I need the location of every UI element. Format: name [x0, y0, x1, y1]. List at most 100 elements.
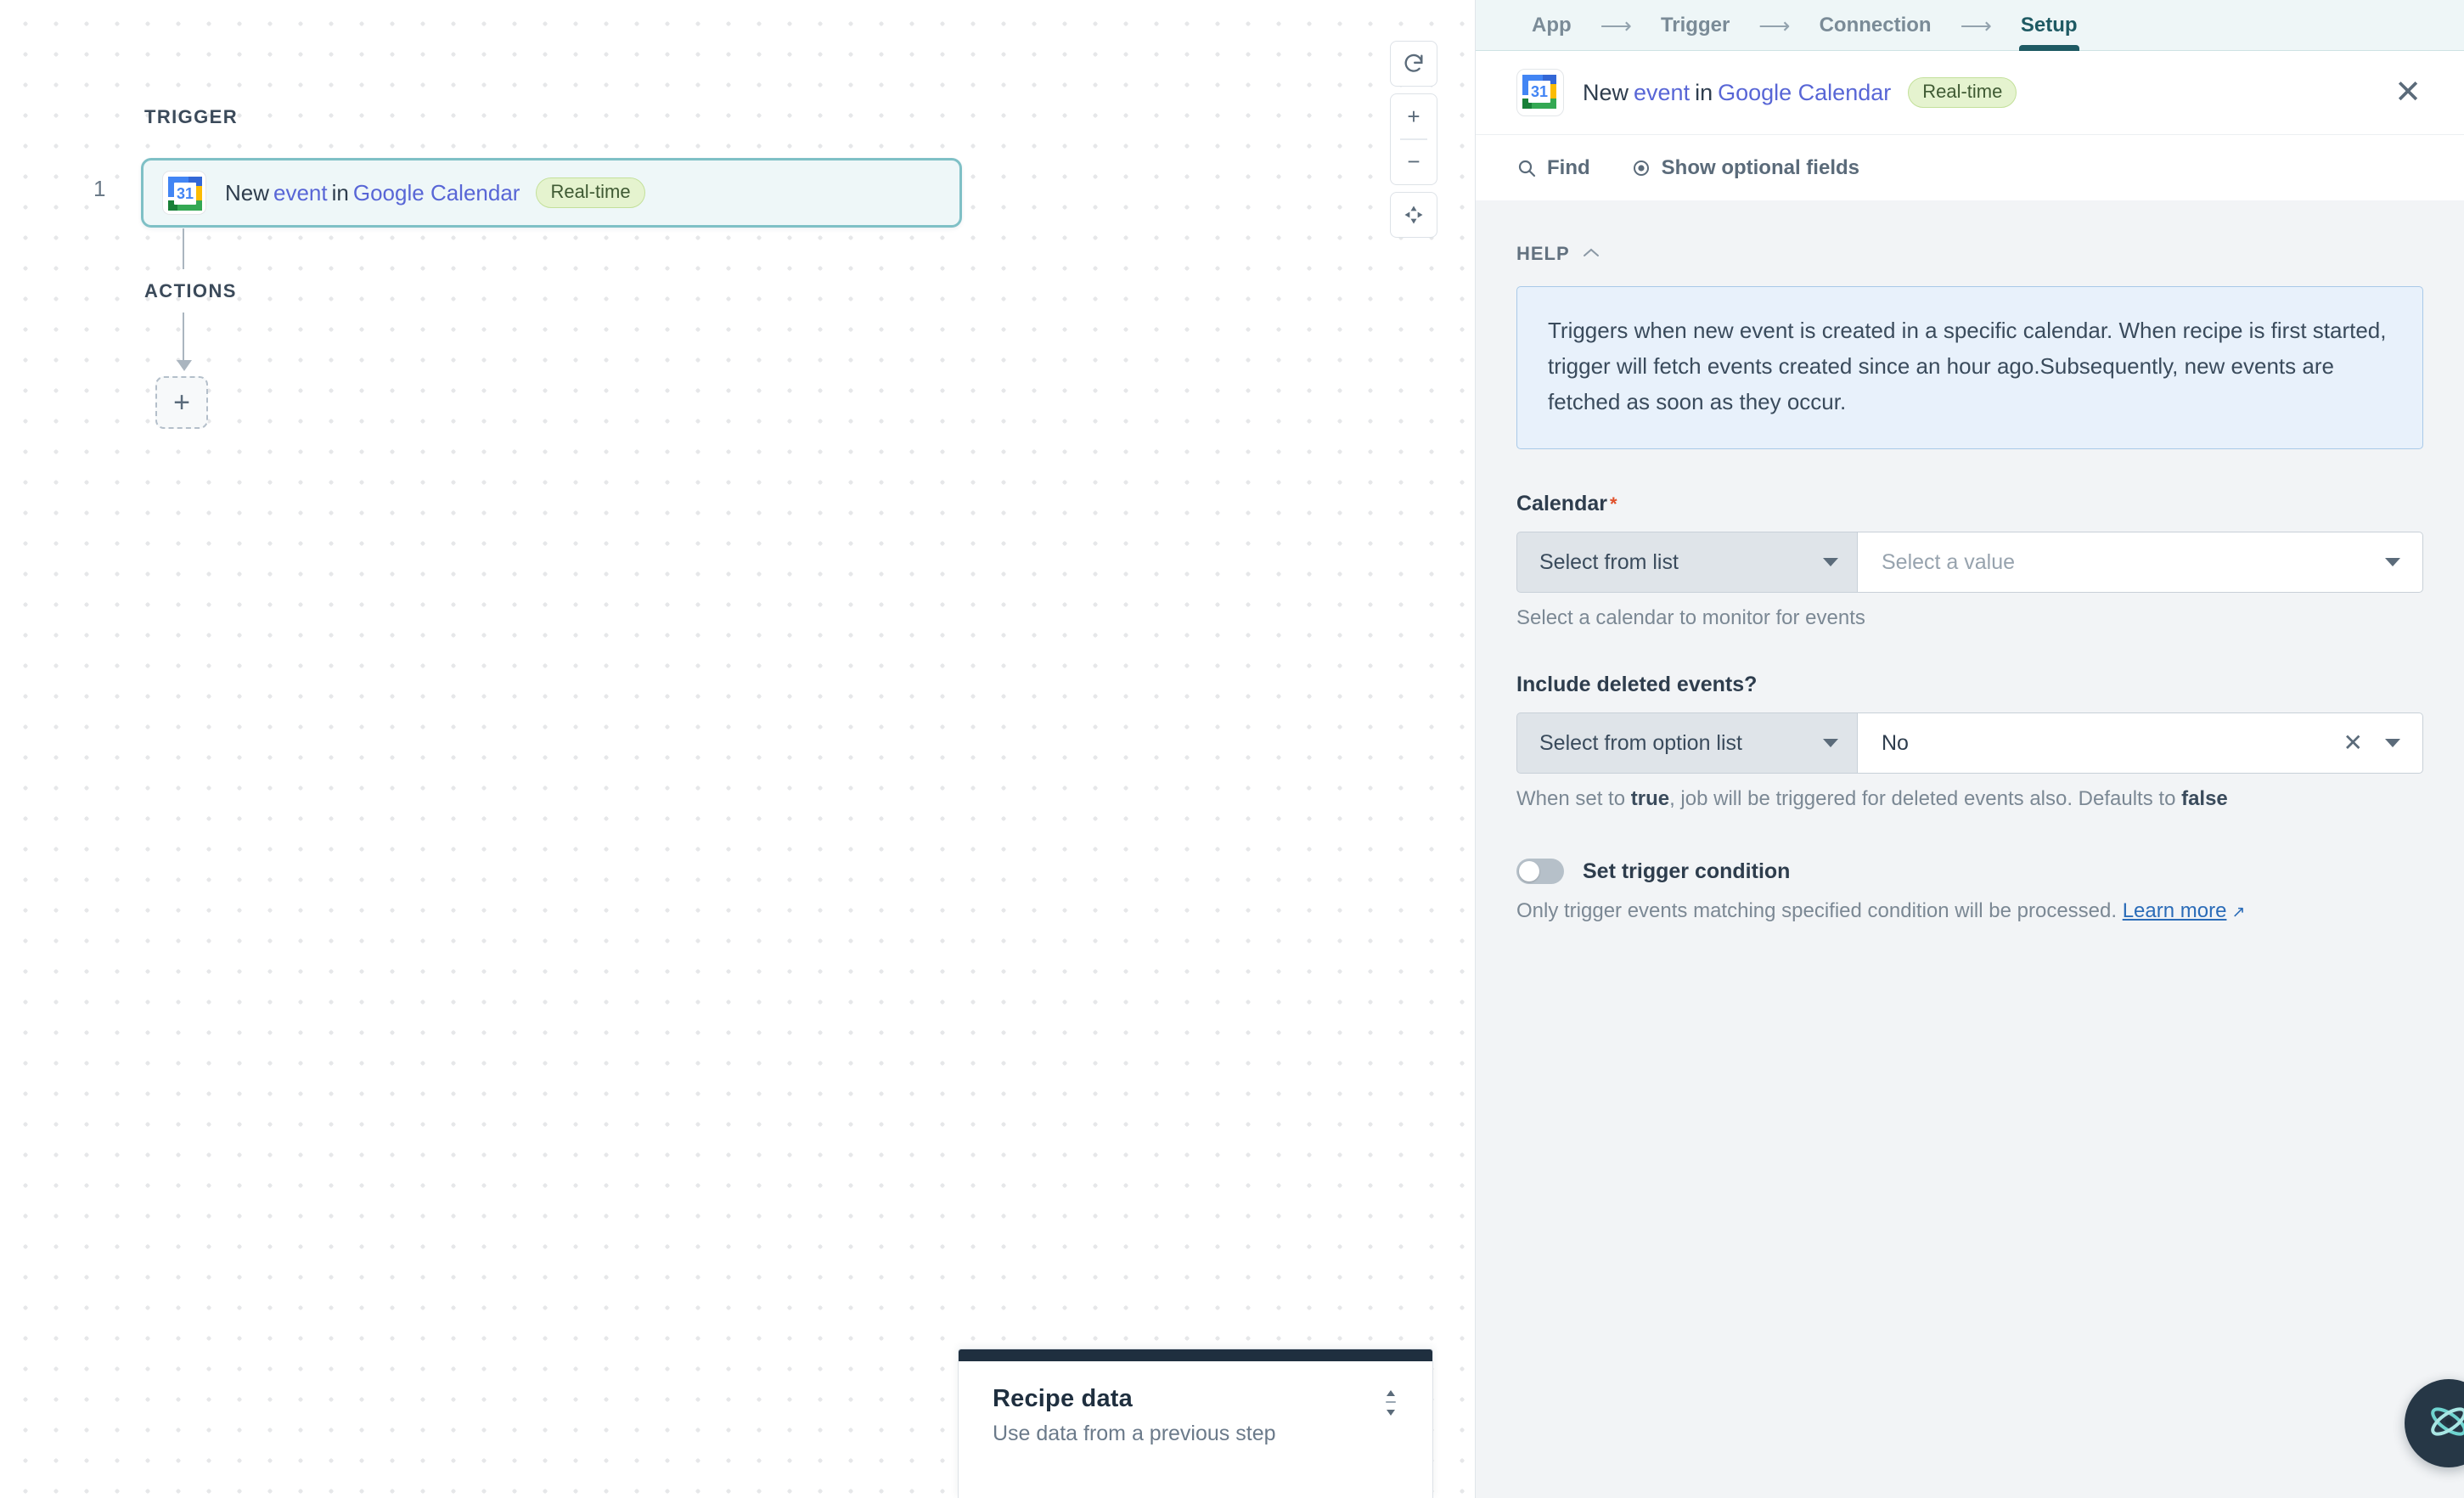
eye-toggle-icon	[1631, 158, 1651, 178]
zoom-out-icon[interactable]: −	[1390, 140, 1437, 184]
set-trigger-condition-toggle[interactable]	[1516, 859, 1564, 885]
trigger-node-text: New event in Google Calendar Real-time	[225, 177, 645, 208]
chevron-down-icon[interactable]	[2385, 558, 2400, 567]
recipe-editor-screen: TRIGGER 1 31 New event in Google Calenda…	[0, 0, 2464, 1498]
step-number: 1	[93, 176, 106, 201]
field-calendar-label: Calendar *	[1516, 492, 2423, 516]
recipe-data-subtitle: Use data from a previous step	[993, 1422, 1276, 1445]
fit-to-screen-group	[1390, 191, 1437, 238]
learn-more-link[interactable]: Learn more	[2123, 899, 2227, 922]
reset-zoom-group	[1390, 41, 1437, 87]
search-icon	[1516, 158, 1537, 178]
field-calendar-hint: Select a calendar to monitor for events	[1516, 606, 1865, 630]
chevron-down-icon	[1823, 739, 1838, 748]
panel-word-in: in	[1695, 79, 1713, 105]
actions-section-label: ACTIONS	[144, 280, 237, 301]
hint-mid: , job will be triggered for deleted even…	[1669, 787, 2182, 811]
set-trigger-condition-row: Set trigger condition	[1516, 859, 2423, 885]
connector-arrowhead-icon	[177, 360, 192, 371]
trigger-condition-hint: Only trigger events matching specified c…	[1516, 899, 2423, 923]
tab-app[interactable]: App	[1528, 0, 1575, 51]
resize-handle-icon[interactable]	[1381, 1388, 1400, 1417]
panel-word-new: New	[1583, 79, 1629, 105]
include-deleted-value-text: No	[1882, 730, 1909, 755]
field-include-deleted-hint: When set to true, job will be triggered …	[1516, 787, 2423, 811]
recipe-data-panel[interactable]: Recipe data Use data from a previous ste…	[958, 1349, 1433, 1498]
chevron-up-icon[interactable]	[1582, 245, 1600, 262]
show-optional-fields-label: Show optional fields	[1661, 155, 1859, 179]
canvas-zoom-controls: + −	[1390, 41, 1437, 245]
include-deleted-input-mode-select[interactable]: Select from option list	[1516, 712, 1858, 774]
recipe-flow-canvas[interactable]: TRIGGER 1 31 New event in Google Calenda…	[0, 0, 1475, 1498]
include-deleted-value-controls: ✕	[2343, 731, 2400, 755]
field-include-deleted-label-text: Include deleted events?	[1516, 673, 1758, 697]
hint-bold-true: true	[1630, 787, 1670, 811]
config-step-tabs: App ⟶ Trigger ⟶ Connection ⟶ Setup	[1476, 0, 2464, 51]
fit-to-screen-icon[interactable]	[1390, 193, 1437, 237]
field-include-deleted-label: Include deleted events?	[1516, 673, 2423, 697]
include-deleted-value-select[interactable]: No ✕	[1858, 712, 2423, 774]
external-link-icon: ↗	[2231, 904, 2246, 922]
hint-prefix: When set to	[1516, 787, 1631, 811]
show-optional-fields-button[interactable]: Show optional fields	[1631, 156, 1859, 180]
toggle-knob	[1519, 861, 1539, 882]
connector-line-bottom	[183, 313, 184, 363]
chevron-down-icon[interactable]	[2385, 739, 2400, 748]
add-step-button[interactable]: +	[155, 376, 208, 429]
tab-arrow-icon-1: ⟶	[1600, 12, 1632, 38]
tab-setup[interactable]: Setup	[2017, 0, 2081, 51]
zoom-in-out-group: + −	[1390, 93, 1437, 185]
tab-trigger[interactable]: Trigger	[1657, 0, 1733, 51]
help-section-header[interactable]: HELP	[1516, 243, 2423, 265]
tab-arrow-icon-3: ⟶	[1960, 12, 1992, 38]
calendar-day-number: 31	[176, 185, 194, 202]
calendar-value-controls	[2385, 558, 2400, 567]
calendar-input-mode-select[interactable]: Select from list	[1516, 532, 1858, 594]
panel-content: HELP Triggers when new event is created …	[1476, 200, 2464, 1498]
recipe-data-body: Recipe data Use data from a previous ste…	[959, 1361, 1432, 1446]
help-text-box: Triggers when new event is created in a …	[1516, 286, 2423, 450]
clear-icon[interactable]: ✕	[2343, 731, 2363, 755]
find-label: Find	[1547, 155, 1590, 179]
realtime-badge: Real-time	[536, 177, 645, 208]
calendar-day-number: 31	[1530, 83, 1549, 100]
panel-header: 31 New event in Google Calendar Real-tim…	[1476, 51, 2464, 134]
help-section-label: HELP	[1516, 243, 1570, 264]
field-include-deleted-events: Include deleted events? Select from opti…	[1516, 673, 2423, 811]
node-word-event: event	[273, 179, 328, 206]
panel-word-event: event	[1634, 79, 1690, 105]
close-icon[interactable]: ✕	[2386, 70, 2430, 115]
tab-arrow-icon-2: ⟶	[1758, 12, 1791, 38]
set-trigger-condition-label: Set trigger condition	[1583, 859, 1791, 883]
calendar-input-mode-value: Select from list	[1539, 549, 1679, 574]
field-calendar-label-text: Calendar	[1516, 492, 1607, 516]
panel-toolbar: Find Show optional fields	[1476, 134, 2464, 200]
trigger-condition-hint-text: Only trigger events matching specified c…	[1516, 899, 2118, 923]
connector-line-top	[183, 228, 184, 269]
field-calendar: Calendar * Select from list Select a val…	[1516, 492, 2423, 630]
field-calendar-row: Select from list Select a value	[1516, 532, 2423, 594]
google-calendar-icon: 31	[162, 171, 206, 215]
trigger-section-label: TRIGGER	[144, 106, 239, 127]
step-config-panel: App ⟶ Trigger ⟶ Connection ⟶ Setup 31 Ne…	[1475, 0, 2464, 1498]
realtime-badge: Real-time	[1908, 77, 2017, 108]
tab-connection[interactable]: Connection	[1816, 0, 1935, 51]
node-word-app: Google Calendar	[352, 179, 520, 206]
hint-bold-false: false	[2181, 787, 2228, 811]
calendar-value-text: Select a value	[1882, 549, 2016, 574]
panel-title: New event in Google Calendar Real-time	[1583, 77, 2017, 108]
trigger-node[interactable]: 31 New event in Google Calendar Real-tim…	[141, 158, 962, 228]
find-button[interactable]: Find	[1516, 156, 1590, 180]
zoom-in-icon[interactable]: +	[1390, 94, 1437, 138]
field-include-deleted-row: Select from option list No ✕	[1516, 712, 2423, 774]
reset-view-icon[interactable]	[1390, 42, 1437, 86]
panel-word-app: Google Calendar	[1718, 79, 1892, 105]
google-calendar-icon: 31	[1516, 69, 1564, 116]
recipe-data-topbar	[959, 1349, 1432, 1361]
chevron-down-icon	[1823, 558, 1838, 567]
calendar-value-select[interactable]: Select a value	[1858, 532, 2423, 594]
recipe-data-title: Recipe data	[993, 1385, 1133, 1412]
required-asterisk: *	[1609, 493, 1617, 515]
node-word-new: New	[225, 179, 270, 206]
atom-icon	[2425, 1398, 2464, 1450]
